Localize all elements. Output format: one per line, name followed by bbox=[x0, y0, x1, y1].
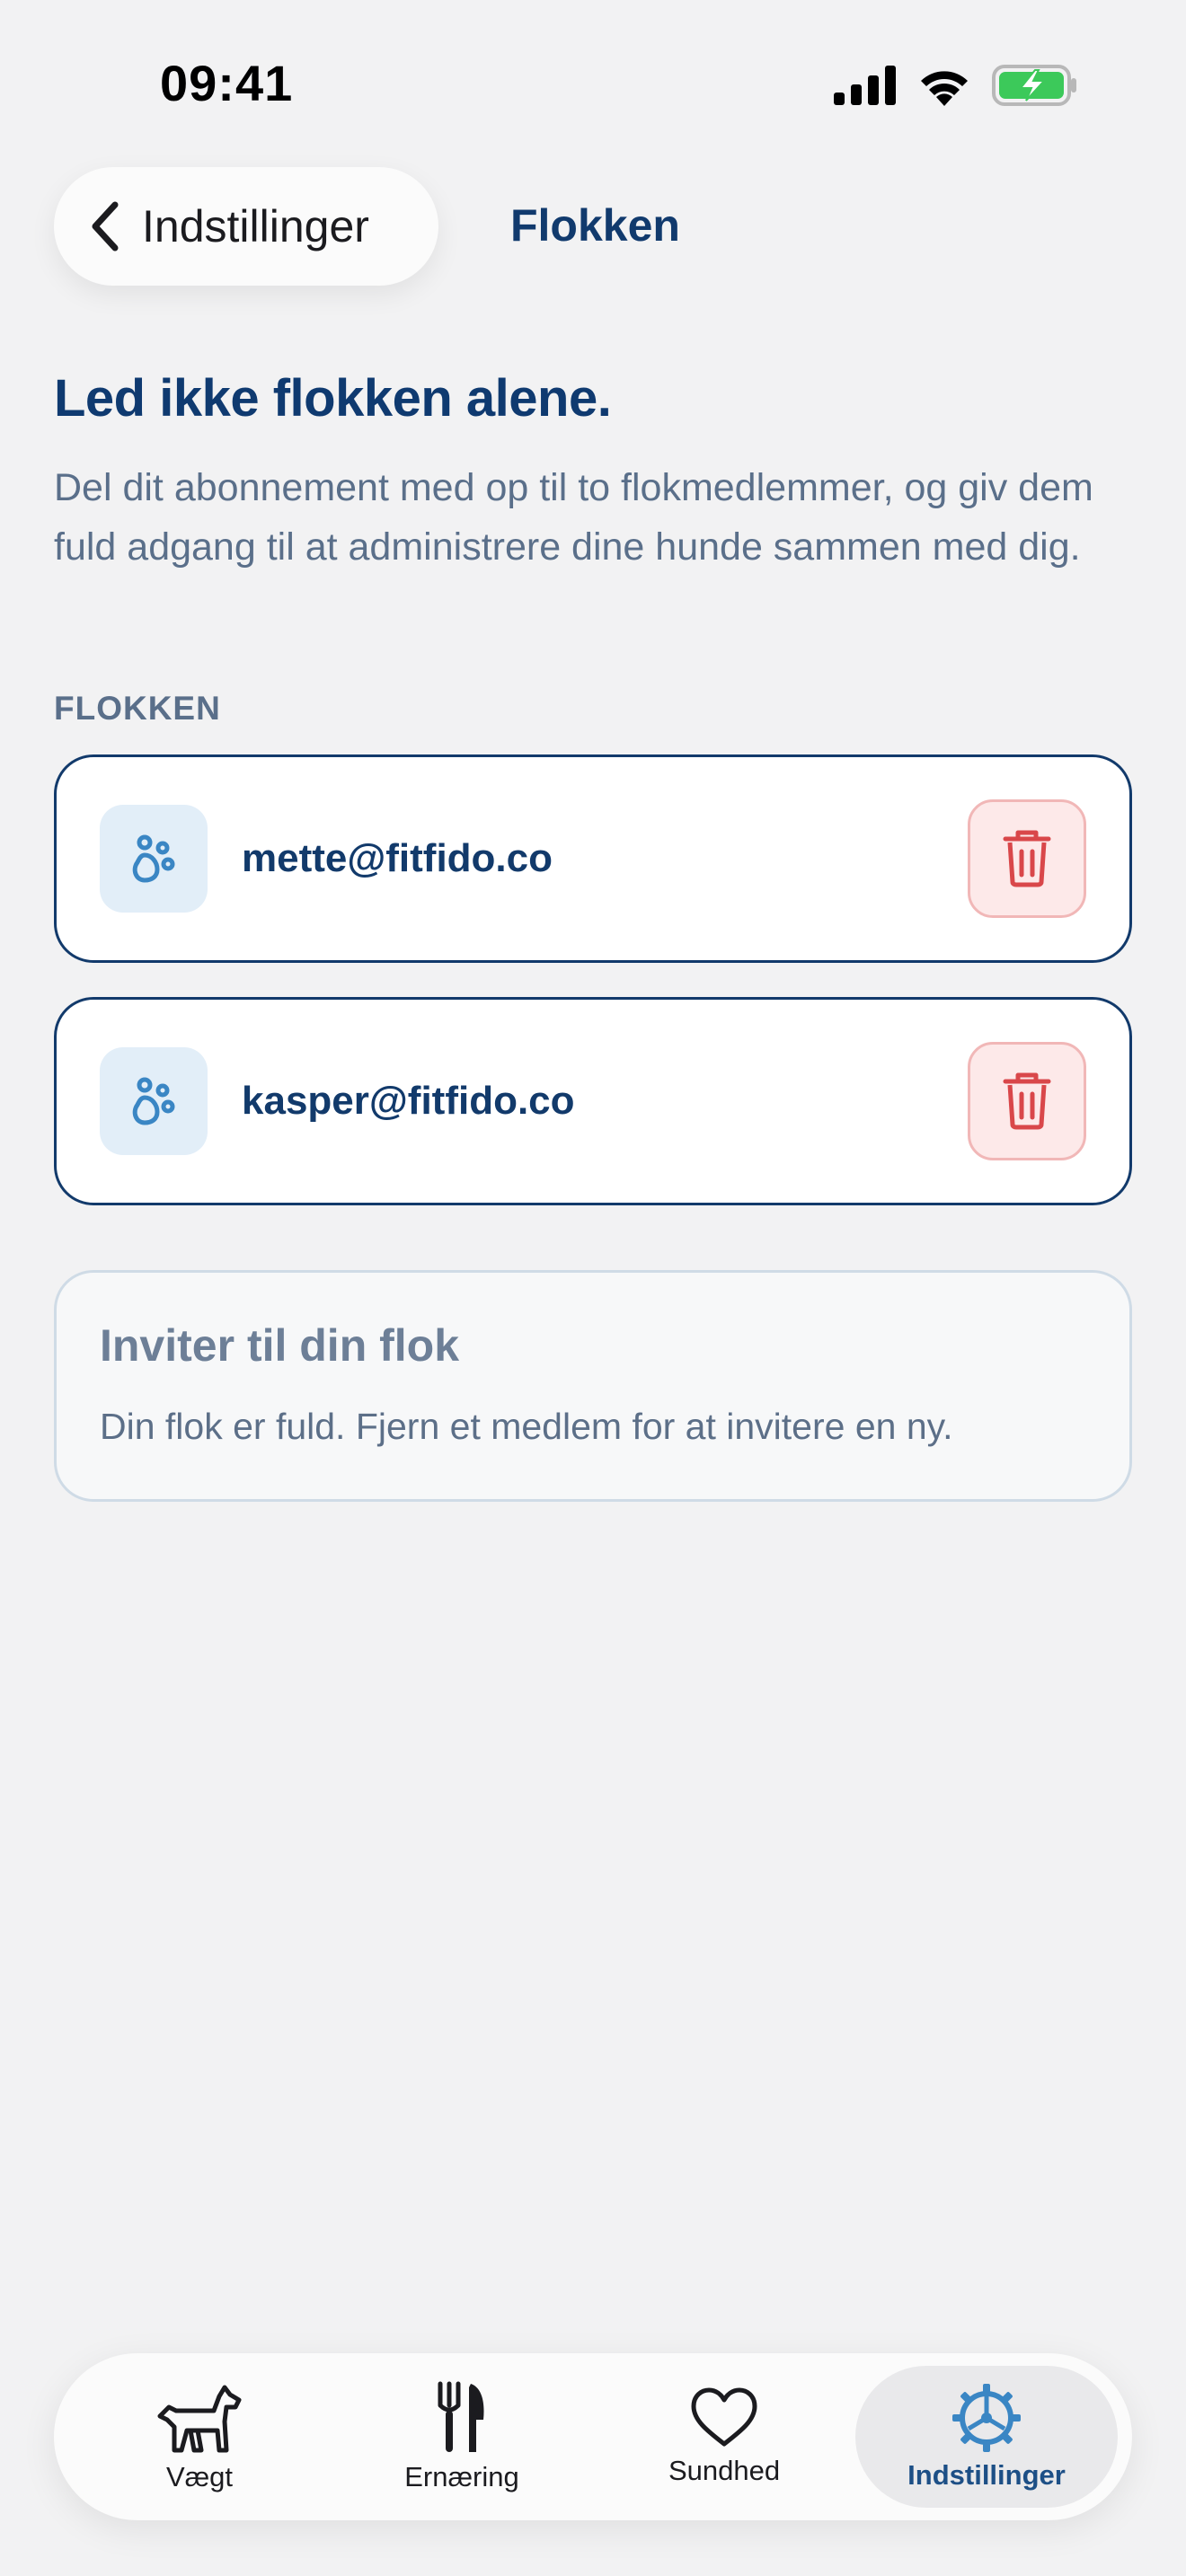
tab-weight[interactable]: Vægt bbox=[68, 2366, 331, 2508]
remove-member-button[interactable] bbox=[968, 1042, 1086, 1160]
tab-settings[interactable]: Indstillinger bbox=[855, 2366, 1118, 2508]
status-time: 09:41 bbox=[160, 55, 294, 111]
tab-health[interactable]: Sundhed bbox=[593, 2366, 855, 2508]
paw-icon bbox=[132, 1077, 175, 1125]
invite-card: Inviter til din flok Din flok er fuld. F… bbox=[54, 1270, 1132, 1502]
tab-label: Ernæring bbox=[404, 2461, 519, 2492]
invite-title: Inviter til din flok bbox=[100, 1320, 460, 1371]
page-title: Flokken bbox=[510, 200, 680, 251]
invite-description: Din flok er fuld. Fjern et medlem for at… bbox=[100, 1406, 953, 1447]
member-avatar bbox=[100, 1047, 208, 1155]
member-email: kasper@fitfido.co bbox=[242, 1079, 575, 1123]
tab-bar: Vægt Ernæring Sundhed Indstillinger bbox=[54, 2353, 1132, 2520]
signal-icon bbox=[834, 66, 896, 105]
tab-label: Indstillinger bbox=[907, 2459, 1066, 2491]
tab-label: Sundhed bbox=[668, 2455, 781, 2486]
heart-icon bbox=[691, 2387, 757, 2447]
back-button[interactable]: Indstillinger bbox=[54, 167, 438, 286]
tab-nutrition[interactable]: Ernæring bbox=[331, 2366, 593, 2508]
intro-text: Del dit abonnement med op til to flokmed… bbox=[54, 466, 1093, 569]
trash-icon bbox=[1003, 830, 1051, 887]
fork-knife-icon bbox=[438, 2381, 484, 2452]
member-card: mette@fitfido.co bbox=[54, 754, 1132, 963]
remove-member-button[interactable] bbox=[968, 799, 1086, 918]
headline: Led ikke flokken alene. bbox=[54, 369, 612, 428]
member-card: kasper@fitfido.co bbox=[54, 997, 1132, 1205]
back-button-label: Indstillinger bbox=[142, 201, 369, 251]
battery-charging-icon bbox=[992, 65, 1076, 106]
tab-label: Vægt bbox=[165, 2461, 234, 2492]
member-avatar bbox=[100, 805, 208, 913]
gear-icon bbox=[952, 2384, 1021, 2452]
trash-icon bbox=[1003, 1072, 1051, 1130]
chevron-left-icon bbox=[92, 201, 119, 251]
member-email: mette@fitfido.co bbox=[242, 836, 553, 880]
paw-icon bbox=[132, 834, 175, 883]
wifi-icon bbox=[921, 71, 968, 106]
screen: 09:41 Indstillinger Flokken Led ikke flo… bbox=[0, 0, 1186, 2576]
status-icons bbox=[834, 65, 1078, 106]
section-label: FLOKKEN bbox=[54, 690, 221, 727]
dog-icon bbox=[157, 2385, 242, 2453]
